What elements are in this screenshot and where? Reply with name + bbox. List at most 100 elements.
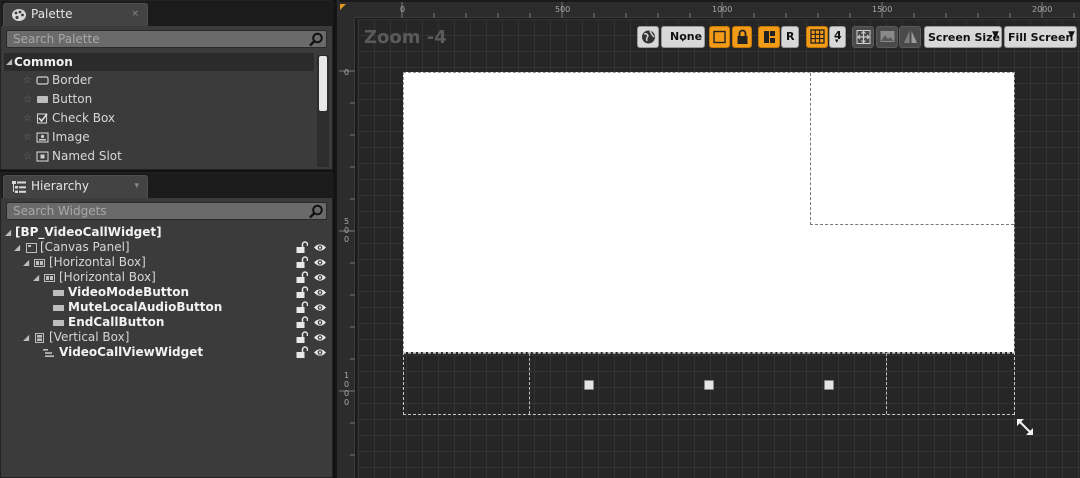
localization-preview-button[interactable] xyxy=(637,26,659,48)
hierarchy-row-end-call-button[interactable]: EndCallButton xyxy=(1,315,331,330)
unlock-icon[interactable] xyxy=(295,256,308,269)
unlock-icon[interactable] xyxy=(295,286,308,299)
hierarchy-row-video-call-view-widget[interactable]: VideoCallViewWidget xyxy=(1,345,331,360)
mute-local-audio-button-preview[interactable] xyxy=(704,380,714,390)
visibility-eye-icon[interactable] xyxy=(313,347,327,358)
unlock-icon[interactable] xyxy=(295,241,308,254)
toggle-outline-button[interactable] xyxy=(709,26,730,48)
palette-item-button[interactable]: ☆ Button xyxy=(1,90,313,109)
hierarchy-row-mute-local-audio-button[interactable]: MuteLocalAudioButton xyxy=(1,300,331,315)
globe-icon xyxy=(642,30,655,44)
flip-direction-button[interactable] xyxy=(899,26,921,48)
palette-item-checkbox[interactable]: ☆ Check Box xyxy=(1,109,313,128)
unlock-icon[interactable] xyxy=(295,301,308,314)
chevron-down-icon: ▼ xyxy=(1068,30,1075,40)
unlock-icon[interactable] xyxy=(295,346,308,359)
palette-search-input[interactable]: Search Palette xyxy=(6,30,327,48)
visibility-eye-icon[interactable] xyxy=(313,257,327,268)
search-icon[interactable] xyxy=(308,204,324,219)
horizontal-guide-line xyxy=(810,224,1014,225)
hierarchy-search-input[interactable]: Search Widgets xyxy=(6,202,327,220)
grid-size-select[interactable]: 4 ▾ xyxy=(829,26,846,48)
palette-scrollbar-thumb[interactable] xyxy=(319,56,327,111)
hierarchy-row-root[interactable]: ◢ [BP_VideoCallWidget] xyxy=(1,225,331,240)
expand-arrow-icon[interactable]: ◢ xyxy=(33,270,39,285)
culture-select-value: None xyxy=(670,30,703,43)
favorite-star-icon[interactable]: ☆ xyxy=(23,109,32,128)
button-icon xyxy=(53,320,64,326)
design-canvas[interactable]: Zoom -4 xyxy=(357,19,1080,478)
palette-tab[interactable]: Palette × xyxy=(3,3,148,26)
screen-size-select[interactable]: Screen Size ▼ xyxy=(924,26,1002,48)
favorite-star-icon[interactable]: ☆ xyxy=(23,90,32,109)
hierarchy-row-canvas-panel[interactable]: ◢ [Canvas Panel] xyxy=(1,240,331,255)
expand-arrow-icon[interactable]: ◢ xyxy=(23,330,29,345)
ruler-left: 0 5 0 0 1 0 0 0 xyxy=(339,18,355,478)
ruler-corner-marker xyxy=(340,4,346,10)
visibility-eye-icon[interactable] xyxy=(313,332,327,343)
hierarchy-row-label: EndCallButton xyxy=(68,315,165,329)
palette-item-border[interactable]: ☆ Border xyxy=(1,71,313,90)
lock-toggle-button[interactable] xyxy=(732,26,752,48)
culture-select[interactable]: None ▾ xyxy=(661,26,705,48)
chevron-down-icon: ▼ xyxy=(992,30,999,40)
screen-size-label: Screen Size xyxy=(928,31,1001,44)
hierarchy-tab[interactable]: Hierarchy ▾ xyxy=(3,175,148,198)
palette-section-common[interactable]: ◢ Common xyxy=(4,53,314,71)
ruler-top-label: 500 xyxy=(555,5,571,14)
collapse-arrow-icon[interactable]: ◢ xyxy=(6,53,12,71)
hierarchy-row-vertical-box[interactable]: ◢ [Vertical Box] xyxy=(1,330,331,345)
visibility-eye-icon[interactable] xyxy=(313,317,327,328)
favorite-star-icon[interactable]: ☆ xyxy=(23,71,32,90)
hierarchy-row-horizontal-box-inner[interactable]: ◢ [Horizontal Box] xyxy=(1,270,331,285)
preview-background-button[interactable] xyxy=(876,26,898,48)
hierarchy-row-label: [BP_VideoCallWidget] xyxy=(15,225,162,239)
ruler-left-label: 0 xyxy=(344,235,350,244)
hierarchy-row-label: [Canvas Panel] xyxy=(40,240,130,254)
fill-screen-select[interactable]: Fill Screen ▼ xyxy=(1004,26,1077,48)
button-icon xyxy=(53,290,64,296)
ruler-left-label: 0 xyxy=(344,226,350,235)
palette-tab-close-icon[interactable]: × xyxy=(131,4,139,25)
named-slot-icon xyxy=(36,151,49,162)
hierarchy-row-label: [Vertical Box] xyxy=(49,330,130,344)
button-icon xyxy=(53,305,64,311)
expand-arrow-icon[interactable]: ◢ xyxy=(5,225,11,240)
ruler-left-label: 0 xyxy=(344,68,350,77)
designer-viewport[interactable]: 0 500 1000 1500 2000 0 5 0 0 1 0 0 0 Zoo… xyxy=(337,0,1080,478)
vertical-box-outline xyxy=(403,72,1015,354)
unlock-icon[interactable] xyxy=(295,271,308,284)
visibility-eye-icon[interactable] xyxy=(313,242,327,253)
visibility-eye-icon[interactable] xyxy=(313,287,327,298)
layout-icon xyxy=(764,31,775,43)
button-icon xyxy=(37,96,48,103)
hierarchy-tab-menu-icon[interactable]: ▾ xyxy=(134,176,139,197)
hierarchy-row-video-mode-button[interactable]: VideoModeButton xyxy=(1,285,331,300)
favorite-star-icon[interactable]: ☆ xyxy=(23,128,32,147)
grid-snap-toggle[interactable] xyxy=(806,26,828,48)
horizontal-box-icon xyxy=(44,274,55,282)
visibility-eye-icon[interactable] xyxy=(313,302,327,313)
hierarchy-row-horizontal-box[interactable]: ◢ [Horizontal Box] xyxy=(1,255,331,270)
unlock-icon[interactable] xyxy=(295,316,308,329)
zoom-to-fit-button[interactable] xyxy=(852,26,874,48)
respect-locks-button[interactable] xyxy=(758,26,780,48)
palette-item-named-slot[interactable]: ☆ Named Slot xyxy=(1,147,313,166)
hierarchy-panel: Hierarchy ▾ Search Widgets ◢ [BP_VideoCa… xyxy=(0,172,334,478)
resize-handle-icon[interactable] xyxy=(1015,417,1035,437)
unlock-icon[interactable] xyxy=(295,331,308,344)
palette-item-image[interactable]: ☆ Image xyxy=(1,128,313,147)
visibility-eye-icon[interactable] xyxy=(313,272,327,283)
favorite-star-icon[interactable]: ☆ xyxy=(23,147,32,166)
search-icon[interactable] xyxy=(308,32,324,47)
checkbox-icon xyxy=(36,113,48,124)
hierarchy-row-label: VideoModeButton xyxy=(68,285,190,299)
ruler-left-label: 0 xyxy=(344,398,350,407)
video-mode-button-preview[interactable] xyxy=(584,380,594,390)
outline-square-icon xyxy=(713,30,726,44)
expand-arrow-icon[interactable]: ◢ xyxy=(23,255,29,270)
expand-arrow-icon[interactable]: ◢ xyxy=(14,240,20,255)
slot-divider xyxy=(886,353,887,414)
reset-transform-button[interactable]: R xyxy=(781,26,799,48)
end-call-button-preview[interactable] xyxy=(824,380,834,390)
